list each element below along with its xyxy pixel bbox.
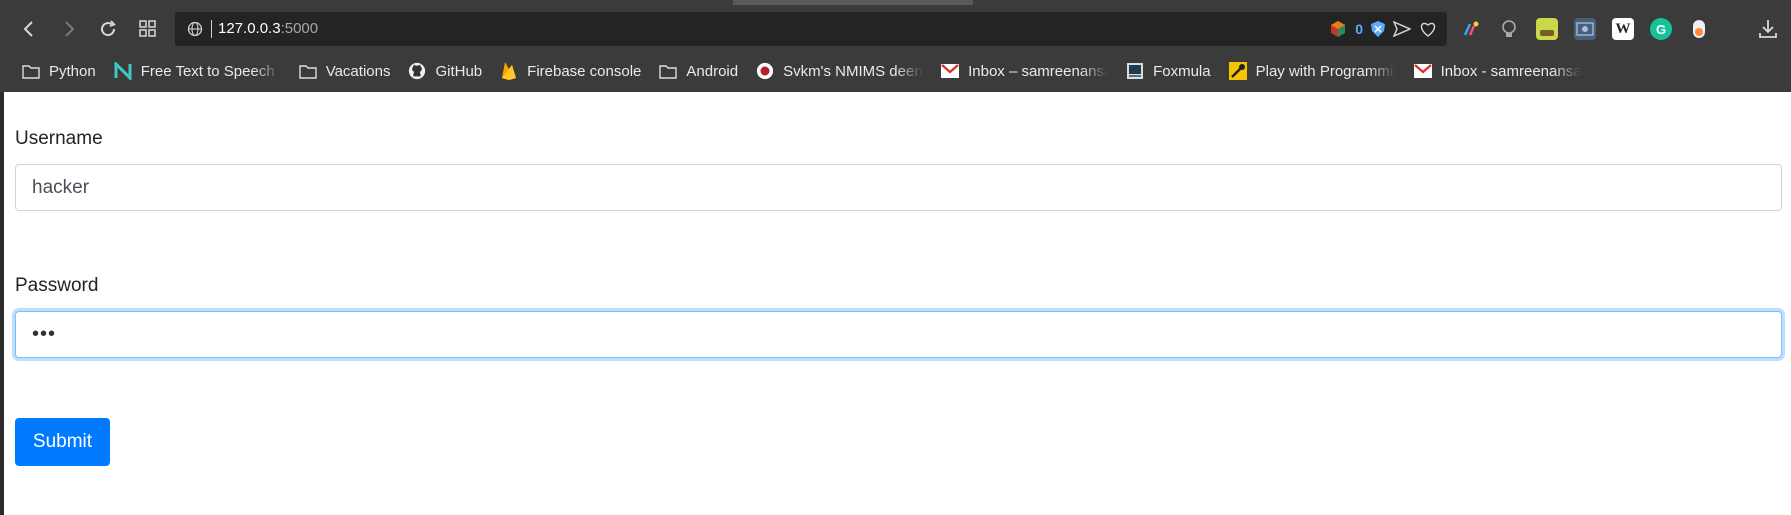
browser-toolbar: 127.0.0.3:5000 0 W G (0, 8, 1791, 50)
firebase-icon (500, 62, 518, 80)
screenshot-icon[interactable] (1574, 18, 1596, 40)
programming-icon (1228, 62, 1247, 80)
address-bar[interactable]: 127.0.0.3:5000 0 (175, 12, 1447, 46)
bookmark-play-with-programming[interactable]: Play with Programmin (1228, 57, 1396, 85)
bookmark-label: Play with Programmin (1255, 62, 1396, 80)
password-input[interactable]: ••• (15, 311, 1782, 358)
forward-button[interactable] (54, 14, 84, 44)
naturalreader-icon (114, 62, 132, 80)
bookmark-label: Free Text to Speech C (140, 62, 281, 80)
bookmark-github[interactable]: GitHub (408, 57, 482, 85)
bookmarks-bar: Python Free Text to Speech C Vacations G… (0, 56, 1791, 86)
bookmark-vacations[interactable]: Vacations (299, 57, 391, 85)
window-left-edge (0, 92, 4, 515)
bookmark-android[interactable]: Android (659, 57, 738, 85)
bookmark-free-text-to-speech[interactable]: Free Text to Speech C (114, 57, 281, 85)
bookmark-label: Foxmula (1153, 62, 1211, 80)
folder-icon (659, 62, 678, 80)
download-icon[interactable] (1757, 18, 1779, 40)
bookmark-foxmula[interactable]: Foxmula (1126, 57, 1211, 85)
speed-dial-button[interactable] (133, 14, 163, 44)
globe-icon (187, 21, 203, 37)
bookmark-label: GitHub (435, 62, 483, 80)
github-icon (408, 62, 426, 80)
yellow-extension-icon[interactable] (1536, 18, 1558, 40)
submit-button[interactable]: Submit (15, 418, 110, 466)
reload-button[interactable] (93, 14, 123, 44)
back-button[interactable] (14, 14, 44, 44)
bookmark-label: Vacations (325, 62, 391, 80)
bookmark-label: Inbox – samreenansa (968, 62, 1109, 80)
bookmark-firebase-console[interactable]: Firebase console (500, 57, 641, 85)
url-port: :5000 (280, 20, 319, 37)
wikipedia-icon[interactable]: W (1612, 18, 1634, 40)
gmail-icon (941, 62, 960, 80)
browser-chrome: 127.0.0.3:5000 0 W G Python Free Text to… (0, 0, 1791, 92)
url-host: 127.0.0.3 (218, 20, 281, 37)
text-cursor (211, 20, 212, 38)
shield-icon[interactable] (1371, 21, 1385, 37)
url-text[interactable]: 127.0.0.3:5000 (218, 20, 318, 37)
nmims-icon (756, 62, 774, 80)
reload-icon (101, 20, 116, 37)
bookmark-inbox-1[interactable]: Inbox – samreenansa (941, 57, 1108, 85)
active-tab-indicator[interactable] (733, 0, 973, 5)
bulb-icon[interactable] (1498, 18, 1520, 40)
grammarly-icon[interactable]: G (1650, 18, 1672, 40)
back-arrow-icon (23, 21, 33, 37)
username-label: Username (15, 128, 103, 149)
bookmark-inbox-2[interactable]: Inbox - samreenansar (1413, 57, 1581, 85)
extensions-strip: W G (1460, 12, 1710, 46)
address-bar-actions: 0 (1329, 18, 1437, 40)
folder-icon (299, 62, 317, 80)
grid-icon (139, 20, 156, 37)
bookmark-label: Firebase console (527, 62, 642, 80)
password-label: Password (15, 275, 99, 296)
bookmark-label: Android (686, 62, 739, 80)
cube-icon[interactable] (1329, 20, 1347, 38)
foxmula-icon (1126, 62, 1144, 80)
username-input[interactable]: hacker (15, 164, 1782, 211)
folder-icon (22, 62, 40, 80)
password-mask: ••• (32, 323, 57, 345)
color-picker-icon[interactable] (1460, 18, 1482, 40)
bookmark-label: Python (49, 62, 96, 80)
toggle-icon[interactable] (1688, 18, 1710, 40)
bookmark-label: Inbox - samreenansar (1440, 62, 1581, 80)
gmail-icon (1413, 62, 1432, 80)
heart-icon[interactable] (1419, 21, 1437, 37)
send-icon[interactable] (1393, 21, 1411, 37)
blocked-count: 0 (1355, 21, 1363, 37)
forward-arrow-icon (65, 21, 75, 37)
bookmark-label: Svkm's NMIMS deem (783, 62, 924, 80)
bookmark-svkm-nmims[interactable]: Svkm's NMIMS deem (756, 57, 923, 85)
bookmark-python[interactable]: Python (22, 57, 96, 85)
